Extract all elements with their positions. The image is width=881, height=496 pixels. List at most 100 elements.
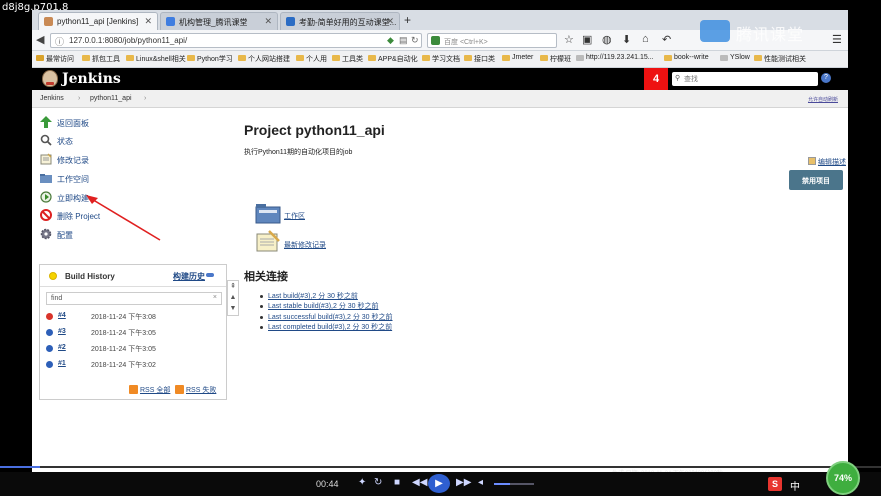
build-history-nav[interactable]: ⇞ ▲ ▼: [227, 280, 239, 316]
build-date[interactable]: 2018-11-24 下午3:05: [91, 328, 156, 338]
jenkins-search-input[interactable]: ⚲ 查找: [672, 72, 818, 86]
build-row[interactable]: #3 2018-11-24 下午3:05: [46, 327, 222, 341]
sogou-ime-icon[interactable]: S: [768, 477, 782, 491]
bookmark-item[interactable]: Linux&shell相关: [126, 54, 186, 64]
address-bar[interactable]: ⓘ 127.0.0.1:8080/job/python11_api/ ◆ ▤ ↻: [50, 33, 422, 48]
notification-badge[interactable]: 4: [644, 68, 668, 90]
bookmark-item[interactable]: 柠檬班: [540, 54, 571, 64]
bookmark-item[interactable]: 个人网站搭建: [238, 54, 290, 64]
workspace-link[interactable]: 工作区: [284, 211, 305, 221]
pocket-icon[interactable]: ◍: [602, 33, 612, 46]
last-successful-build-link[interactable]: Last successful build(#3),2 分 30 秒之前: [268, 312, 393, 322]
last-build-link[interactable]: Last build(#3),2 分 30 秒之前: [268, 291, 358, 301]
build-row[interactable]: #4 2018-11-24 下午3:08: [46, 311, 222, 325]
last-completed-build-link[interactable]: Last completed build(#3),2 分 30 秒之前: [268, 322, 392, 332]
jenkins-title[interactable]: Jenkins: [62, 71, 121, 87]
bookmark-item[interactable]: 接口类: [464, 54, 495, 64]
fast-forward-icon[interactable]: ▶▶: [456, 477, 471, 488]
star-icon[interactable]: ☆: [564, 33, 574, 46]
undo-icon[interactable]: ↶: [662, 33, 671, 46]
edit-description-link[interactable]: 编辑描述: [808, 157, 846, 167]
build-row[interactable]: #2 2018-11-24 下午3:05: [46, 343, 222, 357]
bookmark-item[interactable]: 性能测试相关: [754, 54, 806, 64]
build-number[interactable]: #2: [58, 344, 66, 351]
home-icon[interactable]: ⌂: [642, 33, 649, 45]
video-progress-bar[interactable]: [0, 466, 881, 468]
build-number[interactable]: #1: [58, 360, 66, 367]
subtitle-icon[interactable]: ✦: [358, 477, 366, 488]
related-links-heading: 相关连接: [244, 271, 288, 283]
build-number[interactable]: #3: [58, 328, 66, 335]
stop-icon[interactable]: ■: [394, 477, 400, 488]
bookmark-item[interactable]: Jmeter: [502, 54, 533, 61]
close-icon[interactable]: ✕: [386, 16, 394, 27]
volume-icon[interactable]: ◂: [478, 477, 483, 488]
rewind-icon[interactable]: ◀◀: [412, 477, 427, 488]
download-icon[interactable]: ⬇: [622, 33, 631, 46]
clear-icon[interactable]: ×: [213, 294, 217, 301]
bookmark-item[interactable]: http://119.23.241.15...: [576, 54, 654, 61]
tab-label: 考勤-简单好用的互动课堂...: [299, 18, 397, 27]
volume-slider[interactable]: [494, 483, 534, 485]
bookmark-item[interactable]: 学习文档: [422, 54, 460, 64]
sidebar-item-workspace[interactable]: 工作空间: [40, 172, 89, 186]
no-entry-icon: [40, 209, 52, 221]
folder-icon: [664, 55, 672, 61]
close-icon[interactable]: ✕: [144, 16, 152, 27]
folder-icon: [422, 55, 430, 61]
help-icon[interactable]: ?: [821, 73, 831, 83]
sidebar-item-back-dashboard[interactable]: 返回面板: [40, 116, 89, 130]
clipboard-icon[interactable]: ▣: [582, 33, 592, 46]
disable-project-button[interactable]: 禁用项目: [789, 170, 843, 190]
auto-refresh-link[interactable]: 允许自动刷新: [808, 96, 838, 103]
changes-notepad-icon[interactable]: [255, 230, 281, 252]
status-ball-icon: [46, 361, 53, 368]
build-trend-link[interactable]: 构建历史: [173, 271, 205, 282]
tab-course-admin[interactable]: 机构管理_腾讯课堂 ✕: [160, 12, 278, 30]
sidebar-item-changes[interactable]: 修改记录: [40, 153, 89, 167]
search-input[interactable]: 百度 <Ctrl+K>: [427, 33, 557, 48]
sidebar-item-configure[interactable]: 配置: [40, 228, 73, 242]
bookmark-item[interactable]: Python学习: [187, 54, 233, 64]
tab-attendance[interactable]: 考勤-简单好用的互动课堂... ✕: [280, 12, 400, 30]
build-row[interactable]: #1 2018-11-24 下午3:02: [46, 359, 222, 373]
bookmark-item[interactable]: 工具类: [332, 54, 363, 64]
bookmark-item[interactable]: book--write: [664, 54, 709, 61]
play-button[interactable]: ▶: [428, 474, 450, 493]
jenkins-butler-icon[interactable]: [42, 70, 58, 87]
loop-icon[interactable]: ↻: [374, 477, 382, 488]
build-date[interactable]: 2018-11-24 下午3:02: [91, 360, 156, 370]
last-stable-build-link[interactable]: Last stable build(#3),2 分 30 秒之前: [268, 301, 379, 311]
bookmark-item[interactable]: YSlow: [720, 54, 750, 61]
bookmark-item[interactable]: 最常访问: [36, 54, 74, 64]
tab-jenkins[interactable]: python11_api [Jenkins] ✕: [38, 12, 158, 30]
build-find-input[interactable]: find ×: [46, 292, 222, 305]
back-arrow-icon[interactable]: ◀: [36, 33, 44, 46]
folder-icon: [238, 55, 246, 61]
sidebar-item-status[interactable]: 状态: [40, 134, 73, 148]
trend-icon[interactable]: [206, 273, 214, 277]
close-icon[interactable]: ✕: [264, 16, 272, 27]
new-tab-button[interactable]: +: [404, 13, 411, 27]
recent-changes-link[interactable]: 最新修改记录: [284, 240, 326, 250]
ime-mode-indicator[interactable]: 中: [790, 478, 800, 493]
reader-icon[interactable]: ▤: [399, 35, 408, 46]
breadcrumb-jenkins[interactable]: Jenkins: [40, 95, 64, 102]
bookmark-item[interactable]: APP&自动化: [368, 54, 418, 64]
rss-icon: [129, 385, 138, 394]
page-icon: [720, 55, 728, 61]
build-date[interactable]: 2018-11-24 下午3:08: [91, 312, 156, 322]
build-number[interactable]: #4: [58, 312, 66, 319]
bookmark-item[interactable]: 抓包工具: [82, 54, 120, 64]
rss-all-link[interactable]: RSS 全部: [129, 385, 170, 395]
rss-icon: [175, 385, 184, 394]
shield-icon[interactable]: ◆: [387, 35, 394, 46]
rss-failed-link[interactable]: RSS 失败: [175, 385, 216, 395]
build-date[interactable]: 2018-11-24 下午3:05: [91, 344, 156, 354]
breadcrumb-project[interactable]: python11_api: [90, 95, 132, 102]
workspace-folder-icon[interactable]: [255, 202, 281, 224]
volume-fill: [494, 483, 510, 485]
reload-icon[interactable]: ↻: [411, 35, 419, 46]
bookmark-item[interactable]: 个人用: [296, 54, 327, 64]
up-arrow-icon: [40, 116, 52, 128]
